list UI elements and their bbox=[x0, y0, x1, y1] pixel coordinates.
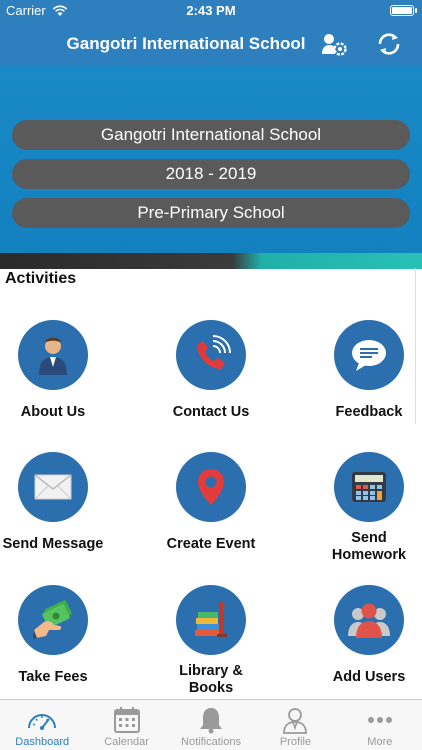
speedometer-icon bbox=[28, 714, 57, 730]
add-users-label: Add Users bbox=[332, 669, 406, 685]
feedback-label: Feedback bbox=[335, 404, 403, 420]
refresh-icon[interactable] bbox=[375, 30, 403, 58]
take-fees-label: Take Fees bbox=[18, 669, 88, 685]
send-homework-circle bbox=[334, 452, 404, 522]
tab-more-label: More bbox=[367, 736, 393, 748]
tile-add-users[interactable]: Add Users bbox=[299, 585, 422, 686]
tile-create-event[interactable]: Create Event bbox=[141, 452, 281, 553]
tile-contact-us[interactable]: Contact Us bbox=[141, 320, 281, 421]
about-us-circle bbox=[18, 320, 88, 390]
tile-about-us[interactable]: About Us bbox=[0, 320, 123, 421]
chat-bubble-icon bbox=[352, 340, 386, 371]
create-event-circle bbox=[176, 452, 246, 522]
tab-dashboard-label: Dashboard bbox=[15, 736, 70, 748]
section-selector[interactable]: Pre-Primary School bbox=[12, 198, 410, 228]
status-bar: Carrier 2:43 PM bbox=[0, 0, 422, 22]
more-icon bbox=[367, 717, 392, 723]
tile-send-homework[interactable]: Send Homework bbox=[299, 452, 422, 564]
tab-calendar[interactable]: Calendar bbox=[84, 700, 168, 750]
battery-icon bbox=[390, 5, 417, 16]
phone-icon bbox=[197, 335, 231, 369]
tab-profile-label: Profile bbox=[279, 736, 312, 748]
nav-title: Gangotri International School bbox=[66, 34, 306, 53]
tab-more[interactable]: More bbox=[338, 700, 422, 750]
tile-feedback[interactable]: Feedback bbox=[299, 320, 422, 421]
tab-calendar-label: Calendar bbox=[104, 736, 149, 748]
about-us-label: About Us bbox=[20, 404, 86, 420]
contact-us-label: Contact Us bbox=[172, 404, 250, 420]
feedback-circle bbox=[334, 320, 404, 390]
books-icon bbox=[195, 602, 227, 637]
send-message-circle bbox=[18, 452, 88, 522]
map-pin-icon bbox=[198, 469, 224, 505]
library-books-circle bbox=[176, 585, 246, 655]
person-icon bbox=[39, 337, 67, 375]
tab-profile[interactable]: Profile bbox=[253, 700, 337, 750]
cash-hand-icon bbox=[33, 600, 72, 639]
add-users-circle bbox=[334, 585, 404, 655]
banner-image-strip bbox=[0, 253, 422, 269]
year-selector[interactable]: 2018 - 2019 bbox=[12, 159, 410, 189]
tab-bar: Dashboard Calendar Notifications Profile bbox=[0, 699, 422, 750]
contact-us-circle bbox=[176, 320, 246, 390]
profile-icon bbox=[283, 708, 308, 734]
send-homework-label: Send Homework bbox=[331, 530, 407, 563]
users-icon bbox=[348, 603, 390, 638]
tile-take-fees[interactable]: Take Fees bbox=[0, 585, 123, 686]
library-books-label: Library & Books bbox=[179, 663, 243, 696]
tab-notifications[interactable]: Notifications bbox=[169, 700, 253, 750]
bell-icon bbox=[200, 708, 223, 734]
envelope-icon bbox=[34, 474, 72, 500]
send-message-label: Send Message bbox=[2, 536, 104, 552]
tile-send-message[interactable]: Send Message bbox=[0, 452, 123, 553]
tab-notifications-label: Notifications bbox=[181, 736, 241, 748]
status-time: 2:43 PM bbox=[186, 3, 236, 18]
user-settings-icon[interactable] bbox=[320, 30, 348, 58]
school-selector[interactable]: Gangotri International School bbox=[12, 120, 410, 150]
create-event-label: Create Event bbox=[166, 536, 256, 552]
take-fees-circle bbox=[18, 585, 88, 655]
tile-library-books[interactable]: Library & Books bbox=[141, 585, 281, 697]
calendar-icon bbox=[113, 707, 140, 733]
activities-heading: Activities bbox=[5, 270, 77, 287]
tab-dashboard[interactable]: Dashboard bbox=[0, 700, 84, 750]
calculator-icon bbox=[352, 472, 386, 502]
nav-bar: Gangotri International School bbox=[0, 22, 422, 66]
